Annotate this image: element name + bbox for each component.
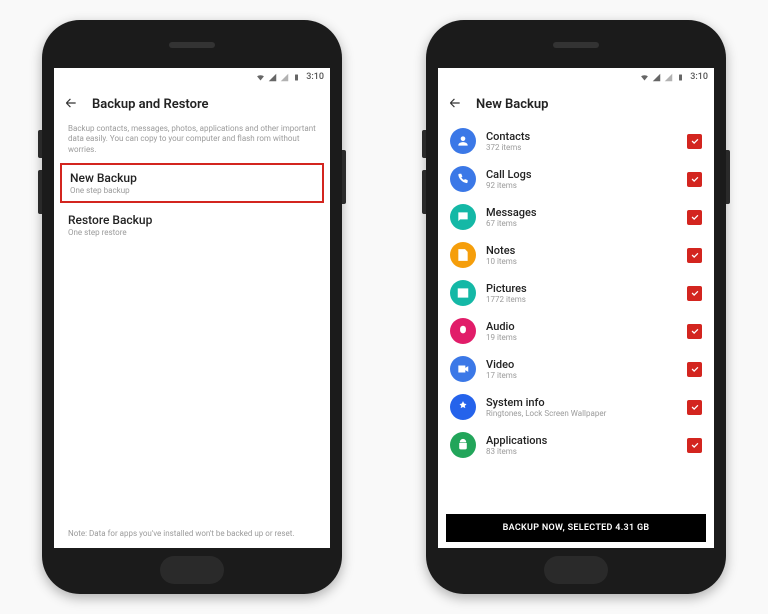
- page-description: Backup contacts, messages, photos, appli…: [54, 122, 330, 161]
- item-checkbox[interactable]: [687, 286, 702, 301]
- notes-icon: [450, 242, 476, 268]
- app-bar: New Backup: [438, 86, 714, 122]
- phone-right: 3:10 New Backup Contacts372 itemsCall Lo…: [426, 20, 726, 594]
- item-checkbox[interactable]: [687, 362, 702, 377]
- list-item[interactable]: Audio19 items: [438, 312, 714, 350]
- item-count: 67 items: [486, 219, 677, 228]
- status-bar: 3:10: [438, 68, 714, 86]
- item-label: Contacts: [486, 130, 677, 143]
- item-label: Notes: [486, 244, 677, 257]
- item-count: 17 items: [486, 371, 677, 380]
- item-label: Call Logs: [486, 168, 677, 181]
- list-item[interactable]: Applications83 items: [438, 426, 714, 464]
- battery-icon: [676, 73, 685, 82]
- list-item[interactable]: Messages67 items: [438, 198, 714, 236]
- item-label: Audio: [486, 320, 677, 333]
- back-arrow-icon: [448, 96, 462, 110]
- wifi-icon: [640, 73, 649, 82]
- list-item[interactable]: Notes10 items: [438, 236, 714, 274]
- item-count: 10 items: [486, 257, 677, 266]
- item-checkbox[interactable]: [687, 172, 702, 187]
- restore-backup-option[interactable]: Restore Backup One step restore: [54, 205, 330, 245]
- phone-icon: [450, 166, 476, 192]
- app-bar: Backup and Restore: [54, 86, 330, 122]
- page-title: Backup and Restore: [92, 97, 209, 112]
- list-item[interactable]: Pictures1772 items: [438, 274, 714, 312]
- option-subtitle: One step backup: [70, 186, 314, 195]
- video-icon: [450, 356, 476, 382]
- item-checkbox[interactable]: [687, 134, 702, 149]
- screen-left: 3:10 Backup and Restore Backup contacts,…: [54, 68, 330, 548]
- page-title: New Backup: [476, 97, 548, 112]
- status-time: 3:10: [306, 72, 324, 82]
- signal-icon-2: [664, 73, 673, 82]
- item-count: Ringtones, Lock Screen Wallpaper: [486, 409, 677, 418]
- item-count: 372 items: [486, 143, 677, 152]
- item-count: 19 items: [486, 333, 677, 342]
- footer-note: Note: Data for apps you've installed won…: [68, 529, 316, 538]
- contacts-icon: [450, 128, 476, 154]
- item-checkbox[interactable]: [687, 438, 702, 453]
- item-checkbox[interactable]: [687, 210, 702, 225]
- back-button[interactable]: [448, 95, 462, 114]
- backup-category-list: Contacts372 itemsCall Logs92 itemsMessag…: [438, 122, 714, 510]
- list-item[interactable]: Video17 items: [438, 350, 714, 388]
- message-icon: [450, 204, 476, 230]
- back-arrow-icon: [64, 96, 78, 110]
- item-label: Applications: [486, 434, 677, 447]
- item-label: System info: [486, 396, 677, 409]
- option-title: Restore Backup: [68, 213, 316, 227]
- apps-icon: [450, 432, 476, 458]
- battery-icon: [292, 73, 301, 82]
- item-checkbox[interactable]: [687, 248, 702, 263]
- list-item[interactable]: Contacts372 items: [438, 122, 714, 160]
- item-label: Pictures: [486, 282, 677, 295]
- status-time: 3:10: [690, 72, 708, 82]
- item-label: Messages: [486, 206, 677, 219]
- option-subtitle: One step restore: [68, 228, 316, 237]
- screen-right: 3:10 New Backup Contacts372 itemsCall Lo…: [438, 68, 714, 548]
- backup-now-button[interactable]: BACKUP NOW, SELECTED 4.31 GB: [446, 514, 706, 542]
- wifi-icon: [256, 73, 265, 82]
- item-count: 92 items: [486, 181, 677, 190]
- signal-icon: [268, 73, 277, 82]
- list-item[interactable]: Call Logs92 items: [438, 160, 714, 198]
- option-title: New Backup: [70, 171, 314, 185]
- list-item[interactable]: System infoRingtones, Lock Screen Wallpa…: [438, 388, 714, 426]
- item-label: Video: [486, 358, 677, 371]
- item-checkbox[interactable]: [687, 324, 702, 339]
- pictures-icon: [450, 280, 476, 306]
- status-bar: 3:10: [54, 68, 330, 86]
- phone-left: 3:10 Backup and Restore Backup contacts,…: [42, 20, 342, 594]
- new-backup-option[interactable]: New Backup One step backup: [60, 163, 324, 203]
- system-icon: [450, 394, 476, 420]
- item-checkbox[interactable]: [687, 400, 702, 415]
- item-count: 83 items: [486, 447, 677, 456]
- item-count: 1772 items: [486, 295, 677, 304]
- back-button[interactable]: [64, 95, 78, 114]
- signal-icon: [652, 73, 661, 82]
- audio-icon: [450, 318, 476, 344]
- signal-icon-2: [280, 73, 289, 82]
